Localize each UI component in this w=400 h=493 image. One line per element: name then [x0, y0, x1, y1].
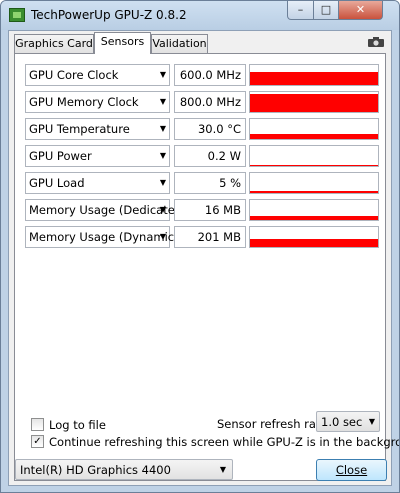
sensor-row: GPU Load ▼ 5 %: [25, 172, 379, 194]
sensor-level-fill: [250, 134, 378, 139]
dropdown-arrow-icon: ▼: [159, 205, 166, 214]
sensor-select[interactable]: GPU Memory Clock ▼: [25, 91, 170, 113]
camera-icon[interactable]: [368, 37, 384, 47]
dropdown-arrow-icon: ▼: [159, 70, 166, 79]
sensor-select[interactable]: GPU Load ▼: [25, 172, 170, 194]
sensor-value-box: 5 %: [174, 172, 246, 194]
sensor-row: Memory Usage (Dedicated) ▼ 16 MB: [25, 199, 379, 221]
sensor-level-fill: [250, 239, 378, 247]
sensor-graph: [249, 199, 379, 221]
title-bar[interactable]: TechPowerUp GPU-Z 0.8.2 – □ ✕: [1, 1, 399, 30]
sensor-graph-plot: [250, 216, 378, 220]
continue-refreshing-checkbox[interactable]: ✓: [31, 435, 44, 448]
sensor-graph: [249, 118, 379, 140]
sensor-select[interactable]: Memory Usage (Dynamic) ▼: [25, 226, 179, 248]
sensor-level-fill: [250, 94, 378, 112]
sensor-value-box: 201 MB: [174, 226, 246, 248]
log-to-file-checkbox[interactable]: [31, 418, 44, 431]
sensor-select[interactable]: Memory Usage (Dedicated) ▼: [25, 199, 187, 221]
sensor-value: 800.0 MHz: [179, 95, 241, 109]
sensor-select[interactable]: GPU Temperature ▼: [25, 118, 170, 140]
minimize-button[interactable]: –: [287, 1, 314, 20]
sensor-graph-plot: [250, 239, 378, 247]
sensor-value: 30.0 °C: [197, 122, 241, 136]
sensor-row: GPU Temperature ▼ 30.0 °C: [25, 118, 379, 140]
dropdown-arrow-icon: ▼: [368, 417, 375, 426]
dropdown-arrow-icon: ▼: [219, 465, 226, 474]
sensor-value: 600.0 MHz: [179, 68, 241, 82]
sensor-level-fill: [250, 72, 378, 85]
sensor-value: 16 MB: [204, 203, 241, 217]
dropdown-arrow-icon: ▼: [159, 97, 166, 106]
sensor-value-box: 800.0 MHz: [174, 91, 246, 113]
close-window-button[interactable]: ✕: [338, 1, 383, 20]
gpuz-window: TechPowerUp GPU-Z 0.8.2 – □ ✕ Graphics C…: [0, 0, 400, 493]
window-title: TechPowerUp GPU-Z 0.8.2: [31, 8, 187, 22]
sensor-graph-plot: [250, 72, 378, 85]
refresh-rate-label: Sensor refresh rate:: [217, 417, 332, 431]
dropdown-arrow-icon: ▼: [159, 232, 166, 241]
sensor-label: GPU Temperature: [29, 122, 130, 136]
sensor-label: Memory Usage (Dynamic): [29, 230, 179, 244]
sensor-value-box: 600.0 MHz: [174, 64, 246, 86]
refresh-rate-select[interactable]: 1.0 sec ▼: [316, 411, 380, 432]
continue-refreshing-label: Continue refreshing this screen while GP…: [49, 435, 400, 449]
sensor-select[interactable]: GPU Core Clock ▼: [25, 64, 170, 86]
sensor-label: GPU Load: [29, 176, 85, 190]
close-button-label: Close: [335, 463, 368, 477]
sensor-graph: [249, 91, 379, 113]
sensor-value: 201 MB: [197, 230, 241, 244]
sensor-graph-plot: [250, 191, 378, 193]
dropdown-arrow-icon: ▼: [159, 178, 166, 187]
sensor-row: GPU Power ▼ 0.2 W: [25, 145, 379, 167]
dropdown-arrow-icon: ▼: [159, 151, 166, 160]
gpuz-app-icon: [9, 8, 25, 22]
tab-graphics-card[interactable]: Graphics Card: [14, 34, 94, 53]
close-button[interactable]: Close: [316, 459, 387, 481]
sensor-row: Memory Usage (Dynamic) ▼ 201 MB: [25, 226, 379, 248]
device-select[interactable]: Intel(R) HD Graphics 4400 ▼: [15, 459, 233, 480]
maximize-button[interactable]: □: [313, 1, 339, 20]
sensor-label: GPU Core Clock: [29, 68, 119, 82]
sensor-value: 0.2 W: [207, 149, 241, 163]
sensor-label: GPU Memory Clock: [29, 95, 139, 109]
sensor-level-fill: [250, 216, 378, 220]
sensor-graph: [249, 64, 379, 86]
sensor-graph-plot: [250, 165, 378, 166]
tab-sensors[interactable]: Sensors: [94, 32, 151, 54]
sensor-select[interactable]: GPU Power ▼: [25, 145, 170, 167]
sensor-value-box: 0.2 W: [174, 145, 246, 167]
log-to-file-label: Log to file: [49, 418, 106, 432]
sensor-value: 5 %: [219, 176, 241, 190]
device-name: Intel(R) HD Graphics 4400: [20, 463, 171, 477]
sensor-level-fill: [250, 165, 378, 166]
sensor-row: GPU Core Clock ▼ 600.0 MHz: [25, 64, 379, 86]
sensor-graph: [249, 145, 379, 167]
sensor-label: GPU Power: [29, 149, 92, 163]
sensor-row: GPU Memory Clock ▼ 800.0 MHz: [25, 91, 379, 113]
sensor-graph-plot: [250, 94, 378, 112]
sensor-level-fill: [250, 191, 378, 193]
sensor-graph: [249, 226, 379, 248]
refresh-rate-value: 1.0 sec: [321, 415, 363, 429]
dropdown-arrow-icon: ▼: [159, 124, 166, 133]
sensor-value-box: 30.0 °C: [174, 118, 246, 140]
sensor-value-box: 16 MB: [174, 199, 246, 221]
sensor-graph: [249, 172, 379, 194]
sensor-graph-plot: [250, 134, 378, 139]
tab-validation[interactable]: Validation: [151, 34, 208, 53]
